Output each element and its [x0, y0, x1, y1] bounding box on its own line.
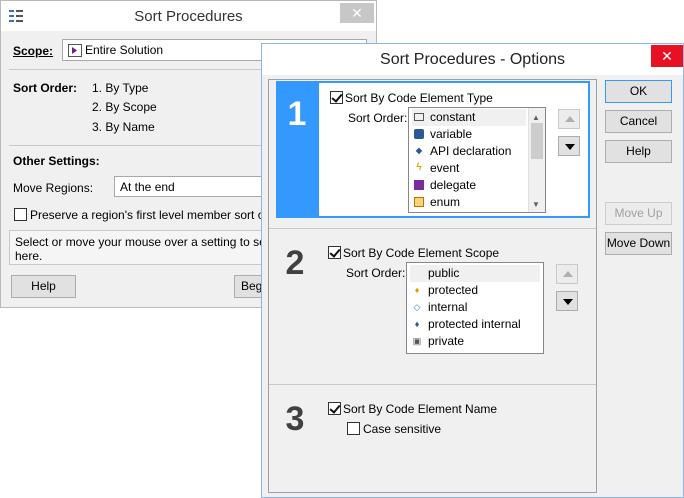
list-item-label: constant	[430, 110, 476, 124]
enum-icon	[414, 197, 424, 207]
list-item-label: protected	[428, 283, 479, 297]
title-bar: Sort Procedures ✕	[1, 1, 376, 31]
list-item[interactable]: ϟ event	[412, 160, 526, 177]
move-regions-value: At the end	[120, 180, 175, 194]
list-item[interactable]: ▣ private	[410, 333, 540, 350]
move-down-button[interactable]: Move Down	[605, 232, 672, 255]
sort-by-type-checkbox[interactable]	[330, 91, 343, 104]
list-item[interactable]: ♦ protected internal	[410, 316, 540, 333]
section-number: 3	[285, 400, 305, 438]
list-item-label: public	[428, 266, 460, 280]
list-item[interactable]: ◇ internal	[410, 299, 540, 316]
help-button[interactable]: Help	[11, 275, 76, 298]
section-type[interactable]: 1 Sort By Code Element Type Sort Order: …	[276, 81, 590, 218]
section-number: 1	[287, 95, 307, 133]
list-item[interactable]: public	[410, 265, 540, 282]
list-item-label: variable	[430, 127, 473, 141]
window-title: Sort Procedures - Options	[380, 51, 565, 68]
move-down-arrow-button[interactable]	[558, 136, 580, 156]
sort-order-item: 3. By Name	[92, 120, 155, 134]
scroll-down-icon[interactable]: ▼	[532, 200, 540, 209]
ok-button[interactable]: OK	[605, 80, 672, 103]
list-item-label: private	[428, 334, 465, 348]
hint-text: Select or move your mouse over a setting…	[15, 235, 293, 249]
divider	[269, 228, 596, 229]
list-item[interactable]: delegate	[412, 177, 526, 194]
move-up-arrow-button[interactable]	[558, 109, 580, 129]
close-button[interactable]: ✕	[651, 45, 683, 67]
list-item-label: internal	[428, 300, 468, 314]
case-sensitive-label: Case sensitive	[363, 422, 442, 436]
list-item-label: delegate	[430, 178, 477, 192]
constant-icon	[414, 113, 424, 121]
list-item[interactable]: constant	[412, 109, 526, 126]
move-up-arrow-button[interactable]	[556, 264, 578, 284]
protected-internal-icon: ♦	[414, 319, 420, 329]
section-name[interactable]: 3 Sort By Code Element Name Case sensiti…	[276, 390, 590, 490]
move-up-button[interactable]: Move Up	[605, 202, 672, 225]
sort-by-name-label: Sort By Code Element Name	[343, 402, 498, 416]
preserve-checkbox[interactable]	[14, 208, 27, 221]
move-regions-label: Move Regions:	[13, 181, 94, 195]
arrow-up-icon	[565, 116, 575, 122]
move-regions-combo[interactable]: At the end	[114, 176, 274, 197]
case-sensitive-checkbox[interactable]	[347, 422, 360, 435]
preserve-label: Preserve a region's first level member s…	[30, 208, 286, 222]
hint-text: here.	[15, 249, 43, 263]
options-dialog: Sort Procedures - Options ✕ 1 Sort By Co…	[261, 43, 684, 498]
help-button[interactable]: Help	[605, 140, 672, 163]
section-number: 2	[285, 244, 305, 282]
list-item-label: protected internal	[428, 317, 521, 331]
list-item[interactable]: ♦ protected	[410, 282, 540, 299]
list-item[interactable]: enum	[412, 194, 526, 211]
scope-label: Scope:	[13, 44, 54, 58]
title-bar: Sort Procedures - Options ✕	[262, 44, 683, 75]
sort-by-type-label: Sort By Code Element Type	[345, 91, 493, 105]
list-item[interactable]: variable	[412, 126, 526, 143]
arrow-down-icon	[565, 144, 575, 150]
move-down-arrow-button[interactable]	[556, 291, 578, 311]
event-icon: ϟ	[416, 162, 422, 173]
sort-by-scope-checkbox[interactable]	[328, 246, 341, 259]
close-icon: ✕	[351, 5, 363, 21]
close-icon: ✕	[661, 48, 673, 64]
scrollbar[interactable]: ▲ ▼	[528, 108, 545, 212]
variable-icon	[414, 129, 424, 139]
window-title: Sort Procedures	[134, 8, 243, 25]
scrollbar-thumb[interactable]	[531, 123, 543, 159]
other-settings-label: Other Settings:	[13, 154, 100, 168]
solution-icon	[68, 44, 82, 57]
sort-order-item: 1. By Type	[92, 81, 149, 95]
list-item-label: event	[430, 161, 460, 175]
arrow-down-icon	[563, 299, 573, 305]
sort-by-scope-label: Sort By Code Element Scope	[343, 246, 500, 260]
list-item-label: API declaration	[430, 144, 512, 158]
sort-order-label: Sort Order:	[348, 111, 408, 125]
sort-order-label: Sort Order:	[346, 266, 406, 280]
protected-icon: ♦	[414, 285, 420, 295]
delegate-icon	[414, 180, 424, 190]
section-scope[interactable]: 2 Sort By Code Element Scope Sort Order:…	[276, 234, 590, 374]
cancel-button[interactable]: Cancel	[605, 110, 672, 133]
divider	[269, 384, 596, 385]
scope-list[interactable]: public ♦ protected ◇ internal ♦ protecte…	[406, 262, 544, 354]
sort-by-name-checkbox[interactable]	[328, 402, 341, 415]
sort-order-item: 2. By Scope	[92, 100, 157, 114]
private-icon: ▣	[412, 336, 422, 346]
close-button[interactable]: ✕	[340, 3, 374, 23]
list-item-label: enum	[430, 195, 461, 209]
internal-icon: ◇	[413, 302, 421, 312]
arrow-up-icon	[563, 271, 573, 277]
sort-order-label: Sort Order:	[13, 81, 78, 95]
scroll-up-icon[interactable]: ▲	[532, 113, 540, 122]
type-list[interactable]: constant variable ◆ API declaration ϟ ev…	[408, 107, 546, 213]
scope-value: Entire Solution	[85, 43, 164, 57]
list-item[interactable]: ◆ API declaration	[412, 143, 526, 160]
api-declaration-icon: ◆	[415, 146, 423, 155]
